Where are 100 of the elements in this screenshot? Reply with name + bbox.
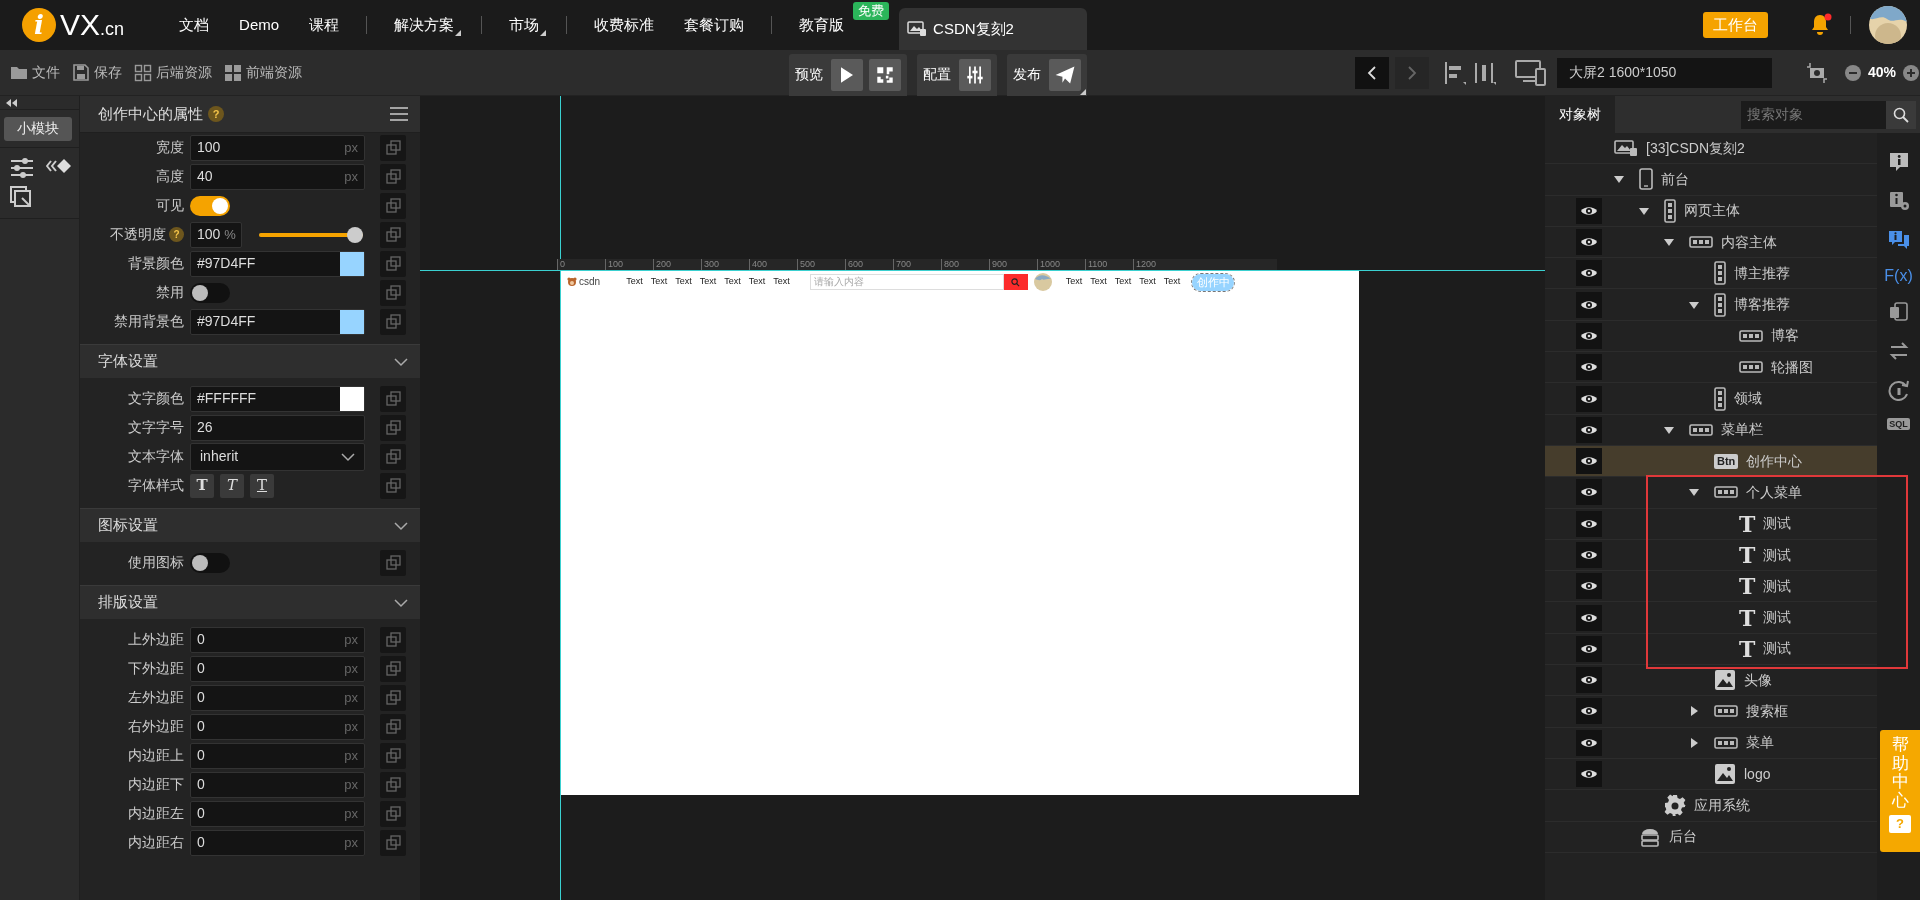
- input-field[interactable]: 100 px: [190, 134, 365, 161]
- visibility-button[interactable]: [1576, 604, 1602, 631]
- tree-item[interactable]: 轮播图: [1545, 352, 1877, 384]
- sliders-button[interactable]: [958, 58, 991, 91]
- visibility-button[interactable]: [1576, 573, 1602, 600]
- toolbar-button[interactable]: 前端资源: [224, 62, 302, 83]
- info-icon[interactable]: [1887, 151, 1910, 173]
- tree-item[interactable]: 应用系统: [1545, 790, 1877, 822]
- italic-button[interactable]: T: [220, 473, 244, 498]
- collapse-arrow-icon[interactable]: [1639, 205, 1649, 216]
- expand-arrow-icon[interactable]: [1689, 737, 1699, 748]
- collapse-arrow-icon[interactable]: [1689, 487, 1699, 498]
- logo-suffix[interactable]: .cn: [100, 20, 125, 38]
- nav-link[interactable]: 市场: [494, 9, 555, 41]
- input-field[interactable]: 0 px: [190, 655, 365, 682]
- visibility-button[interactable]: [1576, 635, 1602, 662]
- tree-item[interactable]: 博客推荐: [1545, 289, 1877, 321]
- copy-button[interactable]: [380, 134, 406, 161]
- tree-item[interactable]: T 测试: [1545, 633, 1877, 666]
- module-button[interactable]: 小模块: [4, 116, 72, 141]
- tree-item[interactable]: [33]CSDN复刻2: [1545, 133, 1877, 165]
- color-field[interactable]: #97D4FF: [190, 250, 365, 277]
- toolbar-button[interactable]: 文件: [10, 62, 60, 83]
- input-field[interactable]: 0 px: [190, 684, 365, 711]
- project-tab[interactable]: CSDN复刻2: [899, 8, 1088, 50]
- visibility-button[interactable]: [1576, 510, 1602, 537]
- tree-item[interactable]: 头像: [1545, 665, 1877, 697]
- menu-link[interactable]: Text: [724, 275, 741, 289]
- copy-button[interactable]: [380, 279, 406, 306]
- toggle-switch[interactable]: [190, 282, 230, 303]
- copy-button[interactable]: [380, 221, 406, 248]
- copy-button[interactable]: [380, 414, 406, 441]
- color-field[interactable]: #97D4FF: [190, 308, 365, 335]
- copy-button[interactable]: [380, 800, 406, 827]
- menu-link[interactable]: Text: [650, 275, 668, 289]
- collapse-arrow-icon[interactable]: [1689, 299, 1699, 310]
- align-left-icon[interactable]: [1442, 59, 1467, 86]
- copy-button[interactable]: [380, 713, 406, 740]
- slider-thumb[interactable]: [347, 226, 363, 243]
- tree-item[interactable]: 前台: [1545, 164, 1877, 196]
- input-field[interactable]: 0 px: [190, 771, 365, 798]
- tree-item[interactable]: 搜索框: [1545, 696, 1877, 728]
- visibility-button[interactable]: [1576, 197, 1602, 224]
- tree-item[interactable]: T 测试: [1545, 539, 1877, 572]
- logo-text[interactable]: VX: [60, 10, 101, 40]
- sliders-icon[interactable]: [10, 157, 34, 178]
- zoom-out-icon[interactable]: [1843, 63, 1862, 82]
- menu-link[interactable]: Text: [626, 275, 643, 289]
- panel-tab[interactable]: 对象树: [1545, 96, 1615, 133]
- copy-button[interactable]: [380, 771, 406, 798]
- visibility-button[interactable]: [1576, 729, 1602, 756]
- copy-button[interactable]: [380, 549, 406, 576]
- back-button[interactable]: [1354, 56, 1389, 89]
- tree-item[interactable]: 内容主体: [1545, 226, 1877, 259]
- tree-item[interactable]: 菜单栏: [1545, 414, 1877, 446]
- tree-item[interactable]: logo: [1545, 758, 1877, 791]
- visibility-button[interactable]: [1576, 260, 1602, 287]
- menu-link[interactable]: Text: [1090, 275, 1107, 289]
- tree-item[interactable]: 个人菜单: [1545, 477, 1877, 509]
- collapse-icon[interactable]: [6, 98, 18, 107]
- section-header[interactable]: 排版设置: [80, 585, 420, 619]
- nav-link[interactable]: 文档: [164, 9, 225, 41]
- menu-link[interactable]: Text: [748, 275, 766, 289]
- section-header[interactable]: 字体设置: [80, 344, 420, 378]
- avatar[interactable]: [1869, 6, 1907, 44]
- menu-link[interactable]: Text: [675, 275, 692, 289]
- toggle-switch[interactable]: [190, 552, 230, 573]
- help-icon[interactable]: ?: [169, 227, 184, 242]
- input-field[interactable]: 26: [190, 414, 365, 441]
- copy-button[interactable]: [380, 684, 406, 711]
- toolbar-button[interactable]: 保存: [72, 62, 122, 83]
- toolbar-button[interactable]: 后端资源: [134, 62, 212, 83]
- sql-button[interactable]: SQL: [1887, 418, 1910, 430]
- nav-link[interactable]: 解决方案: [379, 9, 470, 41]
- visibility-button[interactable]: [1576, 291, 1602, 318]
- menu-link[interactable]: Text: [773, 275, 790, 289]
- search-field[interactable]: 搜索对象: [1741, 100, 1886, 129]
- tree-item[interactable]: 网页主体: [1545, 195, 1877, 227]
- comments-icon[interactable]: [1887, 229, 1910, 251]
- refresh-icon[interactable]: [1887, 379, 1910, 401]
- function-button[interactable]: F(x): [1884, 268, 1913, 284]
- menu-link[interactable]: Text: [1114, 275, 1132, 289]
- visibility-button[interactable]: [1576, 354, 1602, 381]
- nav-link[interactable]: 课程: [294, 9, 355, 41]
- copy-button[interactable]: [380, 163, 406, 190]
- info-settings-icon[interactable]: [1887, 190, 1910, 212]
- underline-button[interactable]: T: [250, 473, 274, 498]
- visibility-button[interactable]: [1576, 416, 1602, 443]
- input-field[interactable]: 0 px: [190, 829, 365, 856]
- menu-link[interactable]: Text: [699, 275, 717, 289]
- tree-item[interactable]: 后台: [1545, 821, 1877, 853]
- zoom-in-icon[interactable]: [1902, 63, 1920, 82]
- search-button[interactable]: [1003, 274, 1028, 290]
- copy-button[interactable]: [380, 626, 406, 653]
- visibility-button[interactable]: [1576, 229, 1602, 256]
- send-button[interactable]: [1048, 58, 1081, 91]
- copy-icon[interactable]: [1887, 301, 1910, 323]
- input-field[interactable]: 100 %: [190, 221, 242, 248]
- copy-button[interactable]: [380, 742, 406, 769]
- copy-button[interactable]: [380, 829, 406, 856]
